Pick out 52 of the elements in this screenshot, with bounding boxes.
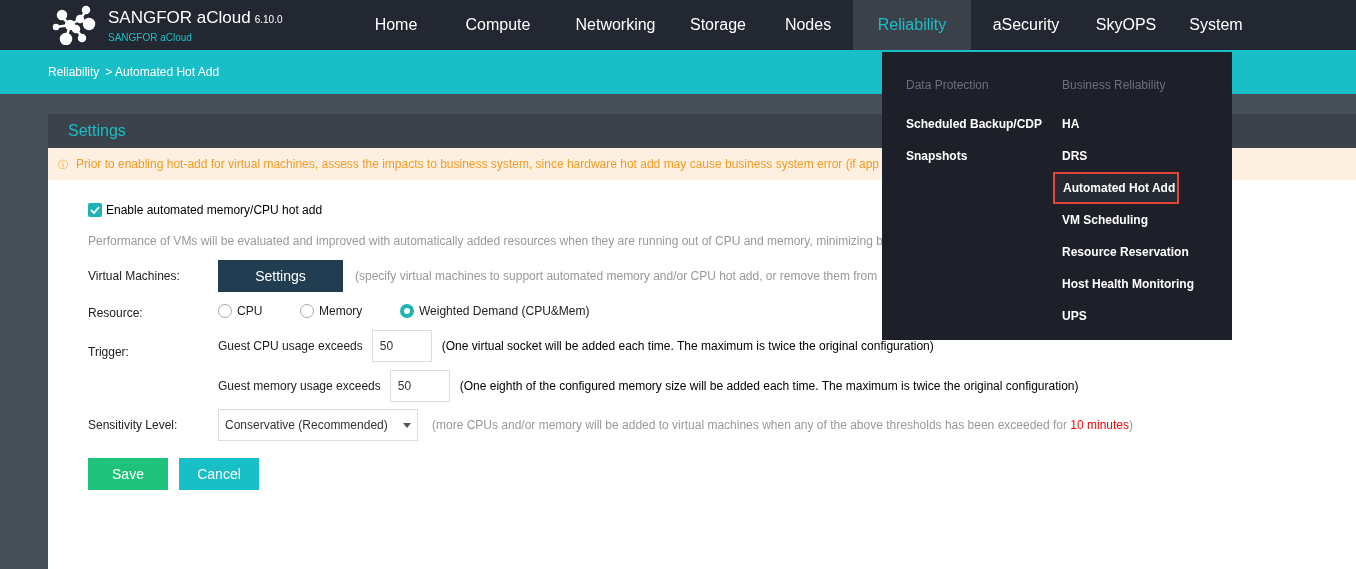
checkbox-label[interactable]: Enable automated memory/CPU hot add xyxy=(106,201,323,219)
logo-icon xyxy=(52,5,98,45)
menu-item[interactable]: UPS xyxy=(1062,300,1222,332)
field-label: Resource: xyxy=(88,305,144,322)
nav-tab[interactable]: Networking xyxy=(558,0,673,50)
nav-tab[interactable]: SkyOPS xyxy=(1081,0,1171,50)
menu-item[interactable]: Snapshots xyxy=(906,140,1062,172)
checkbox[interactable] xyxy=(88,203,102,217)
menu-item[interactable]: Host Health Monitoring xyxy=(1062,268,1222,300)
menu-item[interactable]: Scheduled Backup/CDP xyxy=(906,108,1062,140)
menu-item[interactable]: VM Scheduling xyxy=(1062,204,1222,236)
nav-tab[interactable]: Home xyxy=(354,0,438,50)
nav-tab[interactable]: Compute xyxy=(438,0,558,50)
radio-label[interactable]: Memory xyxy=(319,302,363,320)
nav-tab[interactable]: Nodes xyxy=(763,0,853,50)
warning-text: Prior to enabling hot-add for virtual machines, assess the impacts to business system, since hardware hot add may cause business system error (if app xyxy=(76,156,880,173)
field-label: Guest CPU usage exceeds xyxy=(218,338,363,355)
sensitivity-dropdown[interactable]: Conservative (Recommended) xyxy=(218,409,418,441)
panel-title: Settings xyxy=(68,121,126,141)
radio-label[interactable]: Weighted Demand (CPU&Mem) xyxy=(419,302,590,320)
menu-item[interactable]: Resource Reservation xyxy=(1062,236,1222,268)
menu-heading: Business Reliability xyxy=(1062,77,1167,90)
radio-label[interactable]: CPU xyxy=(237,302,263,320)
info-icon: ⓘ xyxy=(58,156,68,172)
menu-heading: Data Protection xyxy=(906,77,990,90)
settings-button[interactable]: Settings xyxy=(218,260,343,292)
description-text: Performance of VMs will be evaluated and improved with automatically added resources when they are running out of CPU and memory, minimizing b xyxy=(88,233,884,250)
brand-title: SANGFOR aCloud xyxy=(108,6,251,29)
note-text: (One eighth of the configured memory size will be added each time. The maximum is twice the original configuration) xyxy=(459,378,1079,395)
brand-subtitle: SANGFOR aCloud xyxy=(108,31,193,46)
nav-tab[interactable]: Reliability xyxy=(853,0,971,50)
menu-item[interactable]: DRS xyxy=(1062,140,1222,172)
radio-button[interactable] xyxy=(400,304,414,318)
hint-text: (specify virtual machines to support automated memory and/or CPU hot add, or remove them from xyxy=(355,268,878,285)
menu-item[interactable]: Automated Hot Add xyxy=(1053,172,1179,204)
field-label: Trigger: xyxy=(88,344,130,361)
breadcrumb-item: > Automated Hot Add xyxy=(105,64,220,81)
field-label: Sensitivity Level: xyxy=(88,417,179,434)
number-input[interactable]: 50 xyxy=(371,330,432,362)
radio-button[interactable] xyxy=(218,304,232,318)
field-label: Guest memory usage exceeds xyxy=(218,378,381,395)
nav-tab[interactable]: aSecurity xyxy=(971,0,1081,50)
radio-button[interactable] xyxy=(300,304,314,318)
nav-tab[interactable]: System xyxy=(1171,0,1261,50)
field-label: Virtual Machines: xyxy=(88,268,181,285)
caret-icon xyxy=(403,422,411,428)
number-input[interactable]: 50 xyxy=(389,370,450,402)
menu-item[interactable]: HA xyxy=(1062,108,1222,140)
version-label: 6.10.0 xyxy=(254,12,283,27)
note-text: (One virtual socket will be added each time. The maximum is twice the original configuration) xyxy=(441,338,934,355)
nav-tab[interactable]: Storage xyxy=(673,0,763,50)
hint-text: (more CPUs and/or memory will be added to virtual machines when any of the above thresholds has been exceeded for 10 minutes) xyxy=(432,417,1134,434)
